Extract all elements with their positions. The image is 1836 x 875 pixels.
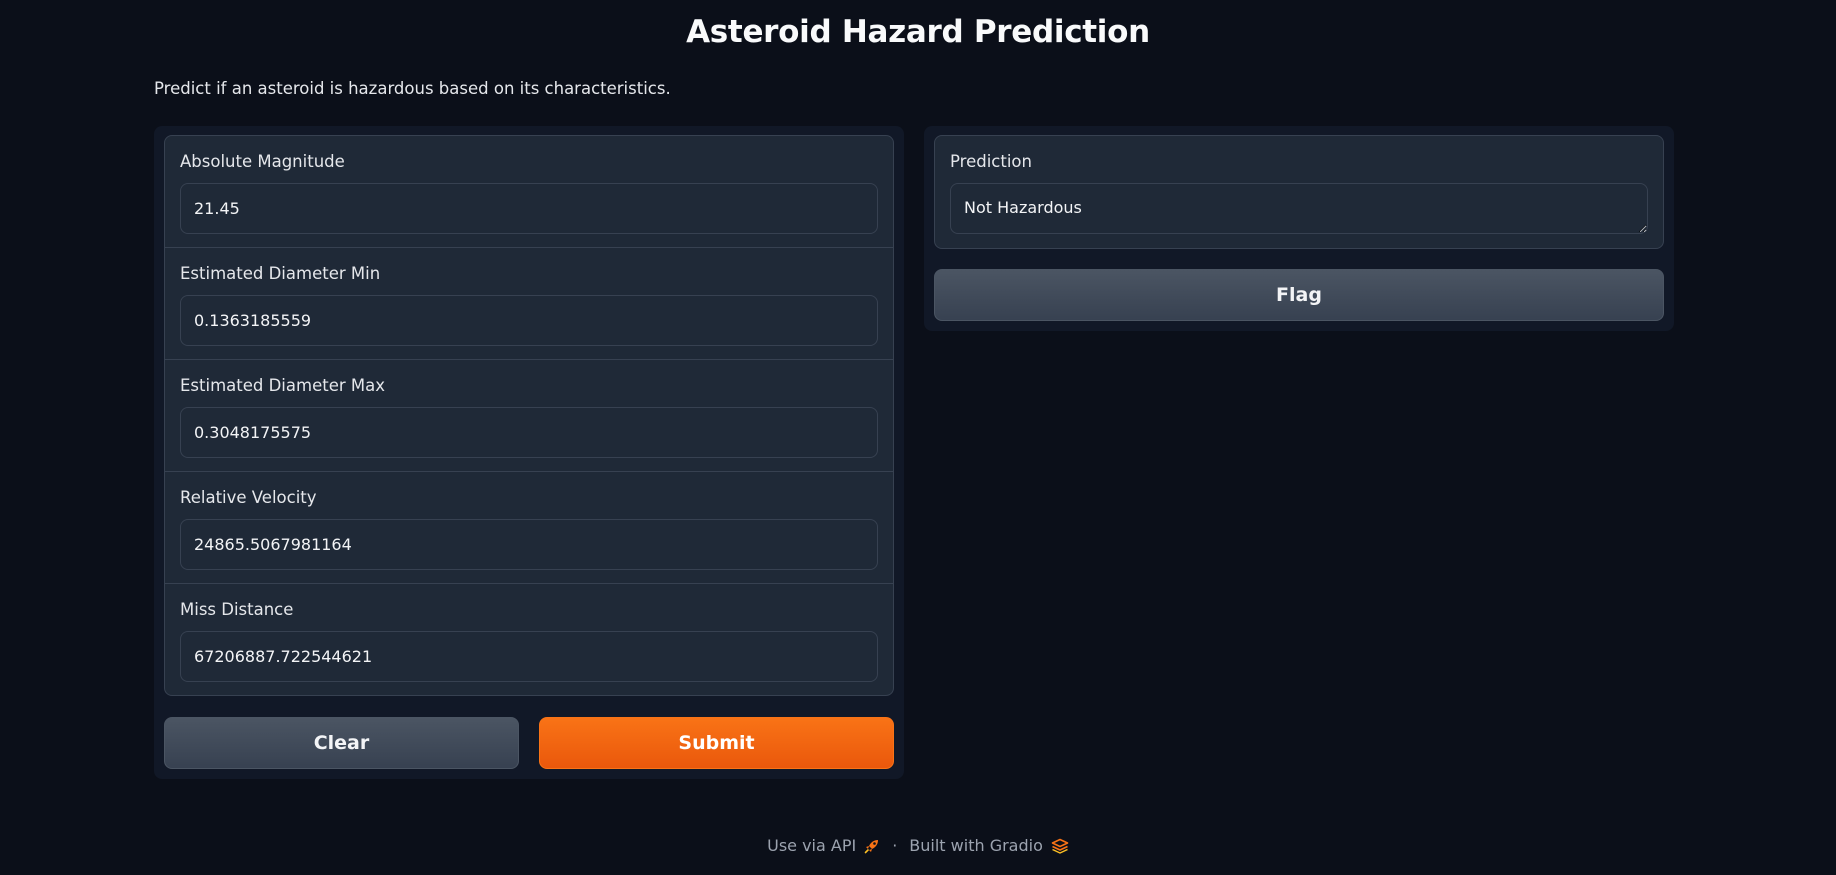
use-via-api-link[interactable]: Use via API: [767, 836, 880, 855]
clear-button[interactable]: Clear: [164, 717, 519, 769]
page-description: Predict if an asteroid is hazardous base…: [154, 79, 671, 98]
input-form: Absolute Magnitude Estimated Diameter Mi…: [164, 135, 894, 696]
prediction-label: Prediction: [950, 152, 1032, 171]
gradio-logo-icon: [1051, 838, 1069, 854]
built-with-gradio-link[interactable]: Built with Gradio: [909, 836, 1069, 855]
submit-button[interactable]: Submit: [539, 717, 894, 769]
output-panel: Prediction Not Hazardous Flag: [924, 126, 1674, 331]
estimated-diameter-min-field: Estimated Diameter Min: [165, 248, 893, 360]
rocket-icon: [864, 838, 880, 854]
estimated-diameter-max-label: Estimated Diameter Max: [180, 376, 385, 395]
use-via-api-label: Use via API: [767, 836, 857, 855]
miss-distance-field: Miss Distance: [165, 584, 893, 695]
estimated-diameter-max-field: Estimated Diameter Max: [165, 360, 893, 472]
absolute-magnitude-input[interactable]: [180, 183, 878, 234]
built-with-gradio-label: Built with Gradio: [909, 836, 1043, 855]
input-panel: Absolute Magnitude Estimated Diameter Mi…: [154, 126, 904, 779]
footer: Use via API · Built with Gradio: [0, 836, 1836, 855]
page-title: Asteroid Hazard Prediction: [686, 14, 1150, 50]
estimated-diameter-min-label: Estimated Diameter Min: [180, 264, 381, 283]
miss-distance-input[interactable]: [180, 631, 878, 682]
absolute-magnitude-label: Absolute Magnitude: [180, 152, 345, 171]
relative-velocity-input[interactable]: [180, 519, 878, 570]
relative-velocity-field: Relative Velocity: [165, 472, 893, 584]
output-form: Prediction Not Hazardous: [934, 135, 1664, 249]
relative-velocity-label: Relative Velocity: [180, 488, 317, 507]
prediction-output[interactable]: Not Hazardous: [950, 183, 1648, 234]
estimated-diameter-max-input[interactable]: [180, 407, 878, 458]
flag-button[interactable]: Flag: [934, 269, 1664, 321]
absolute-magnitude-field: Absolute Magnitude: [165, 136, 893, 248]
prediction-field: Prediction Not Hazardous: [935, 136, 1663, 248]
miss-distance-label: Miss Distance: [180, 600, 294, 619]
estimated-diameter-min-input[interactable]: [180, 295, 878, 346]
footer-separator: ·: [892, 836, 898, 855]
